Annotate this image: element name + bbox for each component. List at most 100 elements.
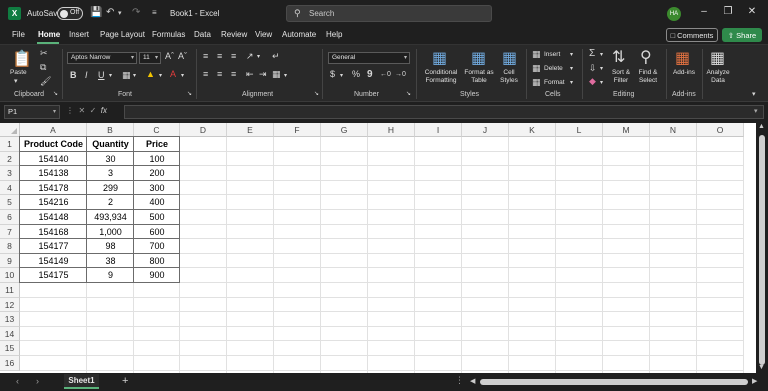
column-header-i[interactable]: I (415, 123, 462, 137)
column-header-j[interactable]: J (462, 123, 509, 137)
column-header-e[interactable]: E (227, 123, 274, 137)
share-button[interactable]: ⇧ Share (722, 28, 762, 42)
insert-cells-label[interactable]: Insert (544, 51, 560, 59)
number-launcher-icon[interactable]: ↘ (406, 90, 411, 97)
addins-button-label[interactable]: Add-ins (670, 69, 698, 77)
tab-view[interactable]: View (255, 30, 272, 39)
table-cell[interactable]: 700 (134, 239, 180, 254)
table-cell[interactable]: 154175 (20, 268, 87, 283)
table-header-cell[interactable]: Product Code (20, 137, 87, 152)
restore-icon[interactable]: ❐ (718, 6, 738, 17)
format-dropdown-icon[interactable]: ▾ (570, 79, 573, 86)
italic-icon[interactable]: I (85, 70, 88, 80)
expand-formula-icon[interactable]: ▾ (754, 107, 758, 115)
scroll-up-icon[interactable]: ▲ (758, 123, 765, 130)
sheet-tab-sheet1[interactable]: Sheet1 (64, 374, 99, 389)
borders-dropdown-icon[interactable]: ▾ (133, 72, 136, 79)
row-header-11[interactable]: 11 (0, 283, 20, 298)
clear-icon[interactable]: ◆ (589, 76, 596, 87)
table-cell[interactable]: 800 (134, 254, 180, 269)
accounting-format-icon[interactable]: $ (330, 69, 335, 79)
table-cell[interactable]: 300 (134, 181, 180, 196)
name-box[interactable]: P1 ▾ (4, 105, 60, 119)
insert-dropdown-icon[interactable]: ▾ (570, 51, 573, 58)
table-cell[interactable]: 493,934 (87, 210, 134, 225)
decrease-font-icon[interactable]: Aˇ (178, 51, 187, 61)
percent-style-icon[interactable]: % (352, 69, 360, 79)
table-cell[interactable]: 98 (87, 239, 134, 254)
column-header-a[interactable]: A (20, 123, 87, 137)
borders-icon[interactable]: ▦ (122, 70, 131, 81)
table-cell[interactable]: 154140 (20, 152, 87, 167)
analyze-data-label[interactable]: Analyze Data (704, 69, 732, 85)
row-header-7[interactable]: 7 (0, 224, 20, 240)
conditional-formatting-label[interactable]: Conditional Formatting (420, 69, 462, 85)
table-cell[interactable]: 500 (134, 210, 180, 225)
merge-center-icon[interactable]: ▦ (272, 69, 281, 80)
table-cell[interactable]: 400 (134, 195, 180, 210)
row-header-16[interactable]: 16 (0, 356, 20, 371)
underline-dropdown-icon[interactable]: ▾ (109, 72, 112, 79)
scroll-right-icon[interactable]: ▶ (752, 377, 757, 385)
font-size-dropdown[interactable]: 11 ▾ (139, 52, 161, 64)
vertical-scroll-thumb[interactable] (759, 135, 765, 365)
vertical-scrollbar[interactable]: ▲ ▼ (756, 121, 768, 373)
decrease-decimal-icon[interactable]: →0 (395, 71, 406, 78)
column-header-f[interactable]: F (274, 123, 321, 137)
format-as-table-label[interactable]: Format as Table (462, 69, 496, 85)
wrap-text-icon[interactable]: ↵ (272, 51, 280, 62)
autosave-toggle[interactable]: Off (57, 7, 83, 20)
table-cell[interactable]: 9 (87, 268, 134, 283)
customize-toolbar-icon[interactable]: ≡ (152, 8, 157, 17)
horizontal-scroll-thumb[interactable] (480, 379, 748, 385)
minimize-icon[interactable]: – (694, 6, 714, 17)
tab-home[interactable]: Home (38, 30, 60, 39)
tab-automate[interactable]: Automate (282, 30, 316, 39)
align-bottom-icon[interactable]: ≡ (231, 51, 236, 61)
alignment-launcher-icon[interactable]: ↘ (314, 90, 319, 97)
font-color-icon[interactable]: A (170, 69, 176, 79)
insert-function-icon[interactable]: fx (101, 106, 107, 115)
undo-icon[interactable]: ↶ (106, 7, 114, 18)
column-header-l[interactable]: L (556, 123, 603, 137)
column-header-c[interactable]: C (134, 123, 180, 137)
row-header-9[interactable]: 9 (0, 253, 20, 269)
delete-cells-label[interactable]: Delete (544, 65, 563, 73)
increase-decimal-icon[interactable]: ←0 (380, 71, 391, 78)
fill-dropdown-icon[interactable]: ▾ (600, 65, 603, 72)
paste-icon[interactable]: 📋 (12, 49, 32, 69)
table-cell[interactable]: 38 (87, 254, 134, 269)
tab-help[interactable]: Help (326, 30, 342, 39)
format-painter-icon[interactable]: 🖌 (40, 76, 51, 87)
table-cell[interactable]: 200 (134, 166, 180, 181)
tab-page-layout[interactable]: Page Layout (100, 30, 145, 39)
row-header-15[interactable]: 15 (0, 341, 20, 356)
format-cells-icon[interactable]: ▦ (532, 77, 541, 88)
table-cell[interactable]: 299 (87, 181, 134, 196)
find-select-label[interactable]: Find & Select (634, 69, 662, 85)
column-header-b[interactable]: B (87, 123, 134, 137)
column-header-m[interactable]: M (603, 123, 650, 137)
comma-style-icon[interactable]: 9 (367, 69, 373, 80)
clipboard-launcher-icon[interactable]: ↘ (53, 90, 58, 97)
column-header-h[interactable]: H (368, 123, 415, 137)
search-box[interactable]: ⚲ Search (286, 5, 492, 22)
format-as-table-icon[interactable]: ▦ (471, 48, 486, 68)
table-cell[interactable]: 154178 (20, 181, 87, 196)
tab-formulas[interactable]: Formulas (152, 30, 185, 39)
save-icon[interactable]: 💾 (90, 7, 102, 18)
align-left-icon[interactable]: ≡ (203, 69, 208, 79)
collapse-ribbon-icon[interactable]: ▾ (752, 90, 756, 98)
row-header-12[interactable]: 12 (0, 297, 20, 313)
fill-color-icon[interactable]: ▲ (146, 69, 155, 79)
align-right-icon[interactable]: ≡ (231, 69, 236, 79)
next-sheet-icon[interactable]: › (36, 376, 39, 386)
prev-sheet-icon[interactable]: ‹ (16, 376, 19, 386)
table-cell[interactable]: 154138 (20, 166, 87, 181)
copy-icon[interactable]: ⧉ (40, 62, 46, 73)
cancel-icon[interactable]: ✕ (78, 106, 85, 115)
align-center-icon[interactable]: ≡ (217, 69, 222, 79)
table-cell[interactable]: 100 (134, 152, 180, 167)
row-header-10[interactable]: 10 (0, 268, 20, 283)
cell-styles-icon[interactable]: ▦ (502, 48, 517, 68)
